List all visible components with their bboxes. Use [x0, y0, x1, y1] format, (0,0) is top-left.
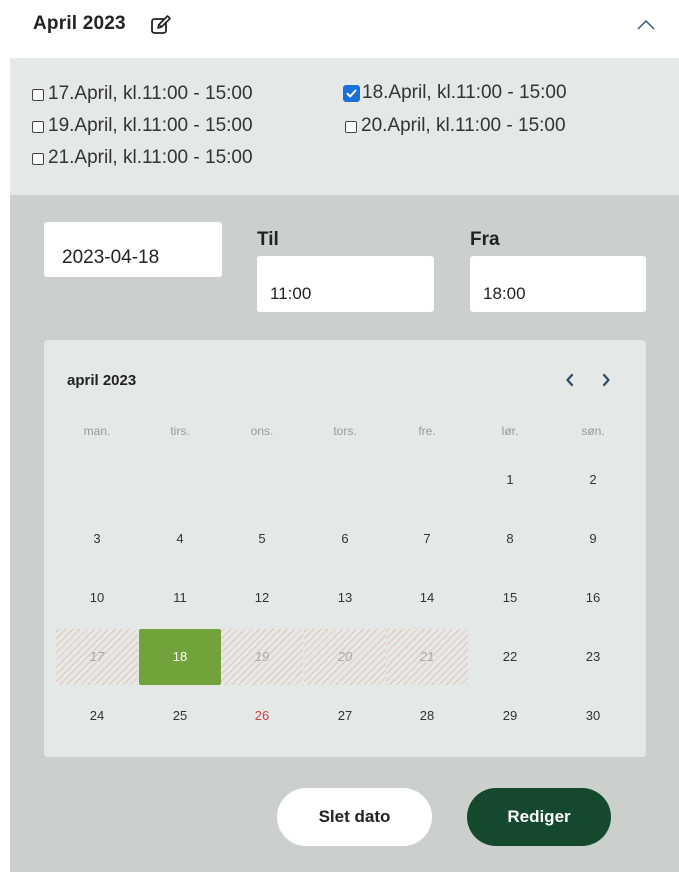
calendar-month-title: april 2023: [67, 372, 137, 389]
weekday-header: ons.: [250, 424, 274, 438]
calendar-day[interactable]: 29: [469, 688, 551, 744]
calendar-day[interactable]: 3: [56, 511, 138, 567]
chevron-up-icon[interactable]: [635, 14, 657, 36]
calendar-day[interactable]: 11: [139, 570, 221, 626]
checkbox[interactable]: [345, 121, 357, 133]
edit-button[interactable]: Rediger: [467, 788, 611, 846]
timeslot-options: 17.April, kl.11:00 - 15:00 18.April, kl.…: [10, 58, 679, 195]
checkbox[interactable]: [32, 121, 44, 133]
checkbox-checked[interactable]: [343, 84, 360, 102]
calendar-day[interactable]: 30: [552, 688, 634, 744]
delete-date-button[interactable]: Slet dato: [277, 788, 432, 846]
timeslot-option[interactable]: 19.April, kl.11:00 - 15:00: [32, 115, 253, 137]
calendar-day[interactable]: 28: [386, 688, 468, 744]
calendar-day[interactable]: 13: [304, 570, 386, 626]
timeslot-label: 19.April, kl.11:00 - 15:00: [48, 115, 253, 136]
calendar-day[interactable]: 1: [469, 452, 551, 508]
calendar-day[interactable]: 16: [552, 570, 634, 626]
til-label: Til: [257, 229, 279, 250]
calendar-day[interactable]: 7: [386, 511, 468, 567]
checkbox[interactable]: [32, 89, 44, 101]
date-input[interactable]: [44, 222, 222, 277]
calendar-day-today[interactable]: 26: [221, 688, 303, 744]
calendar-day[interactable]: 10: [56, 570, 138, 626]
calendar-day[interactable]: 23: [552, 629, 634, 685]
checkbox[interactable]: [32, 153, 44, 165]
til-time-input[interactable]: [257, 256, 434, 312]
calendar-day[interactable]: 22: [469, 629, 551, 685]
calendar-day[interactable]: 27: [304, 688, 386, 744]
chevron-right-icon[interactable]: [597, 371, 615, 389]
timeslot-option[interactable]: 18.April, kl.11:00 - 15:00: [343, 82, 567, 104]
timeslot-label: 20.April, kl.11:00 - 15:00: [361, 115, 566, 136]
calendar-day[interactable]: 8: [469, 511, 551, 567]
calendar-day[interactable]: 4: [139, 511, 221, 567]
calendar-day[interactable]: 24: [56, 688, 138, 744]
fra-label: Fra: [470, 229, 500, 250]
weekday-header: lør.: [501, 424, 519, 438]
timeslot-option[interactable]: 17.April, kl.11:00 - 15:00: [32, 83, 253, 105]
calendar-day[interactable]: 9: [552, 511, 634, 567]
chevron-left-icon[interactable]: [561, 371, 579, 389]
calendar-day-blocked[interactable]: 20: [304, 629, 386, 685]
timeslot-label: 17.April, kl.11:00 - 15:00: [48, 83, 253, 104]
timeslot-label: 18.April, kl.11:00 - 15:00: [362, 82, 567, 103]
calendar-day[interactable]: 25: [139, 688, 221, 744]
weekday-header: tirs.: [170, 424, 190, 438]
timeslot-label: 21.April, kl.11:00 - 15:00: [48, 147, 253, 168]
section-title: April 2023: [33, 13, 126, 34]
fra-time-input[interactable]: [470, 256, 646, 312]
calendar-day[interactable]: 2: [552, 452, 634, 508]
weekday-header: søn.: [581, 424, 605, 438]
timeslot-option[interactable]: 20.April, kl.11:00 - 15:00: [345, 115, 566, 137]
weekday-header: man.: [83, 424, 111, 438]
edit-icon[interactable]: [150, 14, 172, 36]
calendar-day[interactable]: 14: [386, 570, 468, 626]
weekday-header: fre.: [418, 424, 436, 438]
date-picker-calendar: april 2023 man. tirs. ons. tors. fre. lør. søn…: [44, 340, 646, 757]
weekday-header: tors.: [333, 424, 357, 438]
calendar-day-selected[interactable]: 18: [139, 629, 221, 685]
calendar-day[interactable]: 15: [469, 570, 551, 626]
edit-panel: Til Fra april 2023 man. tirs. ons. tors. fre…: [10, 195, 679, 872]
calendar-day[interactable]: 5: [221, 511, 303, 567]
section-header: April 2023: [0, 0, 679, 58]
timeslot-option[interactable]: 21.April, kl.11:00 - 15:00: [32, 147, 253, 169]
calendar-day-blocked[interactable]: 19: [221, 629, 303, 685]
calendar-day[interactable]: 12: [221, 570, 303, 626]
calendar-day[interactable]: 6: [304, 511, 386, 567]
calendar-day-blocked[interactable]: 17: [56, 629, 138, 685]
calendar-day-blocked[interactable]: 21: [386, 629, 468, 685]
